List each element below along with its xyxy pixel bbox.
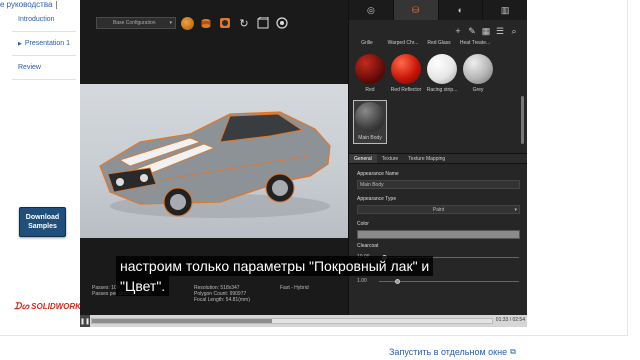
- appearance-icon[interactable]: [199, 16, 213, 30]
- external-link-icon: ⧉: [510, 347, 516, 356]
- list-view-icon[interactable]: ☰: [495, 26, 505, 36]
- decal-icon[interactable]: [218, 16, 232, 30]
- grid-view-icon[interactable]: ▦: [481, 26, 491, 36]
- material-label: Red Reflector: [390, 87, 422, 93]
- focal-length-text: Focal Length: 54.81(mm): [194, 297, 250, 303]
- time-display: 01:33 / 02:54: [495, 317, 525, 323]
- samples-label: Samples: [28, 223, 57, 230]
- frame-border-right: [627, 0, 628, 335]
- tab-decals[interactable]: ◐: [438, 0, 484, 20]
- material-grey[interactable]: Grey: [460, 54, 496, 93]
- material-names-row: Grille Warped Chr... Red Glass Heat Trea…: [349, 40, 527, 46]
- configuration-select[interactable]: Base Configuration ▾: [96, 17, 176, 29]
- download-label: Download: [25, 214, 60, 221]
- properties-tabs: General Texture Texture Mapping: [349, 153, 527, 164]
- nav-item-label[interactable]: Review: [18, 64, 41, 71]
- material-swatch: [355, 54, 385, 84]
- tab-libraries[interactable]: ▥: [483, 0, 527, 20]
- appearance-type-label: Appearance Type: [357, 196, 397, 202]
- panel-tabs: ◎ ⛁ ◐ ▥: [349, 0, 527, 20]
- material-name[interactable]: Grille: [349, 40, 385, 46]
- material-label: Main Body: [358, 135, 382, 141]
- material-label: Grey: [472, 87, 484, 93]
- clearcoat-label: Clearcoat: [357, 243, 379, 249]
- material-swatch: [463, 54, 493, 84]
- progress-track[interactable]: [91, 318, 493, 324]
- library-icon: ▥: [500, 4, 510, 15]
- environment-icon[interactable]: [181, 16, 194, 30]
- paint-can-icon: ⛁: [411, 4, 420, 15]
- material-label: Racing strip...: [426, 87, 458, 93]
- material-racing-stripe[interactable]: Racing strip...: [424, 54, 460, 93]
- tab-texture-mapping[interactable]: Texture Mapping: [403, 154, 450, 163]
- page: е руководства Introduction ▶ Presentatio…: [0, 0, 640, 360]
- nav-item-label[interactable]: Presentation 1: [25, 40, 70, 47]
- panel-tools: + ✎ ▦ ☰ ⌕: [449, 26, 519, 36]
- material-name[interactable]: Red Glass: [421, 40, 457, 46]
- subtitle-line-1: настроим только параметры "Покровный лак…: [116, 256, 434, 276]
- chevron-down-icon: ▾: [169, 20, 172, 26]
- ds-logo-icon: ᗪᔕ: [14, 301, 30, 311]
- search-icon[interactable]: ⌕: [509, 26, 519, 36]
- tab-texture[interactable]: Texture: [377, 154, 403, 163]
- color-label: Color: [357, 221, 369, 227]
- decal-tab-icon: ◐: [457, 5, 464, 15]
- material-scrollbar[interactable]: [521, 96, 524, 144]
- nav-item-label[interactable]: Introduction: [18, 16, 55, 23]
- solidworks-logo: ᗪᔕ SOLIDWORKS: [14, 301, 86, 312]
- download-samples-button[interactable]: Download Samples: [19, 207, 66, 237]
- triangle-right-icon: ▶: [18, 40, 22, 47]
- chevron-down-icon: ▾: [514, 207, 517, 213]
- open-in-new-window-link[interactable]: Запустить в отдельном окне ⧉: [389, 347, 516, 357]
- material-swatch: [427, 54, 457, 84]
- appearance-type-select[interactable]: Paint ▾: [357, 205, 520, 214]
- subtitle-line-2: "Цвет".: [116, 276, 170, 296]
- appearance-name-label: Appearance Name: [357, 171, 399, 177]
- player-controls: ❚❚ 01:33 / 02:54: [80, 315, 527, 327]
- logo-text: SOLIDWORKS: [31, 302, 87, 311]
- add-icon[interactable]: +: [453, 26, 463, 36]
- progress-fill: [92, 319, 272, 323]
- material-main-body[interactable]: Main Body: [352, 102, 388, 141]
- car-render-image: [99, 111, 331, 218]
- refresh-icon[interactable]: ↻: [237, 16, 251, 30]
- edit-icon[interactable]: ✎: [467, 26, 477, 36]
- material-name[interactable]: Heat Treate...: [457, 40, 493, 46]
- configuration-value: Base Configuration: [113, 20, 156, 26]
- subtitle-overlay: настроим только параметры "Покровный лак…: [116, 256, 488, 296]
- viewport-toolbar: Base Configuration ▾ ↻: [96, 16, 289, 30]
- material-red[interactable]: Red: [352, 54, 388, 93]
- material-label: Red: [365, 87, 375, 93]
- tab-appearances[interactable]: ⛁: [393, 0, 439, 20]
- car-render-scene: [80, 84, 348, 238]
- material-swatch: [355, 102, 385, 132]
- globe-icon: ◎: [366, 4, 375, 15]
- color-swatch[interactable]: [357, 230, 520, 239]
- nav-item-review[interactable]: Review: [12, 56, 76, 80]
- scene-icon[interactable]: [256, 16, 270, 30]
- material-name[interactable]: Warped Chr...: [385, 40, 421, 46]
- nav-item-presentation[interactable]: ▶ Presentation 1: [12, 32, 76, 56]
- material-swatch: [391, 54, 421, 84]
- frame-border-bottom: [0, 335, 628, 336]
- appearance-type-value: Paint: [432, 207, 445, 213]
- material-red-reflector[interactable]: Red Reflector: [388, 54, 424, 93]
- lesson-nav: Introduction ▶ Presentation 1 Review: [12, 8, 76, 80]
- tab-scene[interactable]: ◎: [349, 0, 394, 20]
- play-pause-button[interactable]: ❚❚: [80, 315, 90, 327]
- nav-item-introduction[interactable]: Introduction: [12, 8, 76, 32]
- camera-icon[interactable]: [275, 16, 289, 30]
- appearance-name-field[interactable]: Main Body: [357, 180, 520, 189]
- tab-general[interactable]: General: [349, 154, 377, 163]
- open-link-text[interactable]: Запустить в отдельном окне: [389, 347, 507, 357]
